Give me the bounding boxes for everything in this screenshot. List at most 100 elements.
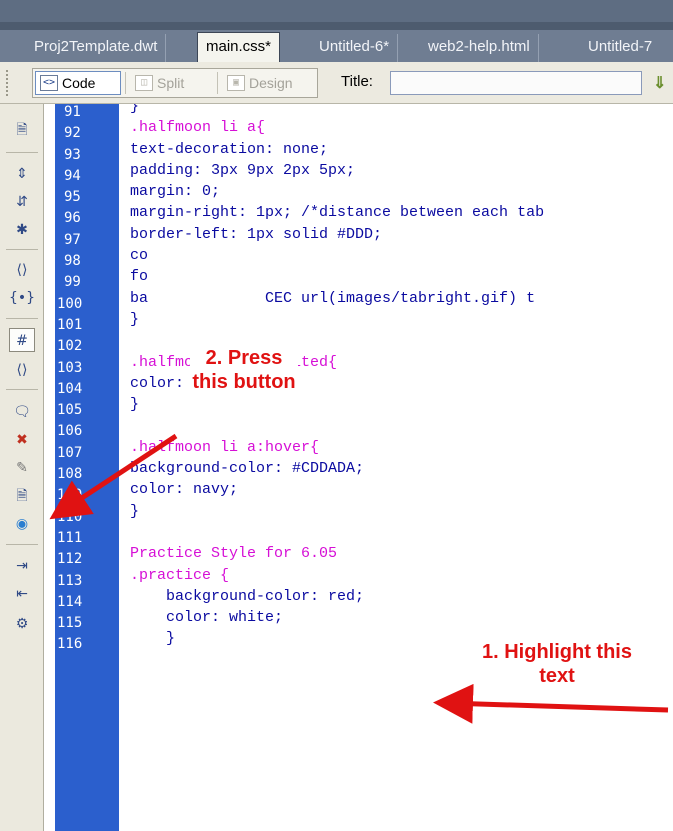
line-number[interactable]: 93 — [55, 145, 119, 166]
select-parent-tag-icon[interactable]: ⟨⟩ — [9, 258, 35, 282]
code-view-icon: <> — [40, 75, 58, 91]
code-line[interactable]: Practice Style for 6.05 — [119, 543, 673, 564]
outdent-code-icon[interactable]: ⇤ — [9, 582, 35, 606]
remove-comment-icon[interactable]: ✖ — [9, 428, 35, 452]
window-title-strip — [0, 0, 673, 30]
line-number[interactable]: 106 — [55, 421, 119, 442]
line-number[interactable]: 97 — [55, 230, 119, 251]
view-mode-group: <> Code ◫ Split ▣ Design — [32, 68, 318, 98]
file-management-icon[interactable]: ⇓ — [653, 73, 666, 93]
code-line[interactable]: background-color: #CDDADA; — [119, 458, 673, 479]
line-number[interactable]: 116 — [55, 634, 119, 655]
tab-untitled-7[interactable]: Untitled-7 — [580, 34, 660, 62]
toolbar-separator — [6, 318, 38, 319]
balance-braces-icon[interactable]: {•} — [9, 286, 35, 310]
code-line[interactable] — [119, 522, 673, 543]
move-css-icon[interactable]: ◉ — [9, 512, 35, 536]
line-number[interactable]: 104 — [55, 379, 119, 400]
toolbar-grip[interactable] — [6, 70, 10, 96]
line-number[interactable]: 100 — [55, 294, 119, 315]
code-line[interactable]: margin: 0; — [119, 181, 673, 202]
toolbar-separator — [125, 72, 126, 94]
step-1-line-1: 1. Highlight this — [482, 641, 632, 663]
line-number[interactable]: 110 — [55, 507, 119, 528]
line-number[interactable]: 112 — [55, 549, 119, 570]
line-number[interactable]: 91 — [55, 102, 119, 123]
code-line[interactable]: padding: 3px 9px 2px 5px; — [119, 160, 673, 181]
line-numbers-icon[interactable]: # — [9, 328, 35, 352]
tab-web2-help[interactable]: web2-help.html — [420, 34, 539, 62]
code-line[interactable]: margin-right: 1px; /*distance between ea… — [119, 202, 673, 223]
line-number[interactable]: 95 — [55, 187, 119, 208]
split-view-label: Split — [157, 75, 185, 91]
line-number[interactable]: 99 — [55, 272, 119, 293]
code-line[interactable]: } — [119, 501, 673, 522]
line-number[interactable]: 101 — [55, 315, 119, 336]
code-line[interactable]: fo — [119, 266, 673, 287]
line-number[interactable]: 102 — [55, 336, 119, 357]
split-view-button[interactable]: ◫ Split — [131, 71, 213, 95]
line-number[interactable]: 111 — [55, 528, 119, 549]
code-line[interactable]: } — [119, 394, 673, 415]
step-2-line-1: 2. Press — [205, 347, 283, 369]
code-editor[interactable]: } .halfmoon li a{text-decoration: none; pa… — [119, 104, 673, 831]
toolbar-separator — [6, 249, 38, 250]
line-number[interactable]: 96 — [55, 208, 119, 229]
tab-untitled-6[interactable]: Untitled-6* — [311, 34, 399, 62]
line-number[interactable]: 98 — [55, 251, 119, 272]
split-view-icon: ◫ — [135, 75, 153, 91]
toolbar-separator — [217, 72, 218, 94]
line-number[interactable]: 92 — [55, 123, 119, 144]
step-2-line-2: this button — [192, 371, 296, 393]
open-documents-icon[interactable]: 🗎 — [9, 118, 35, 142]
apply-comment-icon[interactable]: 🗨 — [9, 400, 35, 424]
code-view-button[interactable]: <> Code — [35, 71, 121, 95]
title-field[interactable] — [390, 71, 642, 95]
line-number[interactable]: 107 — [55, 443, 119, 464]
toolbar-separator — [6, 389, 38, 390]
recent-snippets-icon[interactable]: 🗎 — [9, 484, 35, 508]
line-number[interactable]: 105 — [55, 400, 119, 421]
code-line[interactable] — [119, 415, 673, 436]
step-1-annotation: 1. Highlight this text — [460, 640, 654, 688]
design-view-button[interactable]: ▣ Design — [223, 71, 315, 95]
tab-main-css[interactable]: main.css* — [197, 32, 281, 62]
code-line[interactable]: .practice { — [119, 565, 673, 586]
line-number[interactable]: 108 — [55, 464, 119, 485]
tab-proj2template[interactable]: Proj2Template.dwt — [26, 34, 167, 62]
line-number[interactable]: 114 — [55, 592, 119, 613]
code-line[interactable]: background-color: red; — [119, 586, 673, 607]
toolbar-separator — [6, 152, 38, 153]
code-line[interactable]: co — [119, 245, 673, 266]
line-number[interactable]: 103 — [55, 358, 119, 379]
indent-code-icon[interactable]: ⇥ — [9, 554, 35, 578]
code-line[interactable]: } — [119, 104, 673, 117]
code-line[interactable]: color: white; — [119, 607, 673, 628]
design-view-icon: ▣ — [227, 75, 245, 91]
code-line[interactable]: .halfmoon li a:hover{ — [119, 437, 673, 458]
code-line[interactable]: text-decoration: none; — [119, 139, 673, 160]
wrap-tag-icon[interactable]: ✎ — [9, 456, 35, 480]
line-number-gutter: 91 92 93 94 95 96 97 98 99 100 101 102 103 104 105 106 1… — [55, 104, 119, 831]
coding-toolbar: 🗎 ⇕ ⇵ ✱ ⟨⟩ {•} # ⟨⟩ 🗨 ✖ ✎ 🗎 ◉ ⇥ ⇤ ⚙ — [0, 104, 44, 831]
highlight-invalid-code-icon[interactable]: ⟨⟩ — [9, 358, 35, 382]
collapse-full-tag-icon[interactable]: ⇕ — [9, 162, 35, 186]
document-toolbar: <> Code ◫ Split ▣ Design Title: ⇓ — [0, 62, 673, 104]
expand-all-icon[interactable]: ✱ — [9, 218, 35, 242]
code-line[interactable]: ba CEC url(images/tabright.gif) t — [119, 288, 673, 309]
line-number-list: 91 92 93 94 95 96 97 98 99 100 101 102 103 104 105 106 1… — [55, 102, 119, 656]
line-number[interactable]: 115 — [55, 613, 119, 634]
document-tab-bar: Proj2Template.dwt main.css* Untitled-6* … — [0, 30, 673, 62]
line-number[interactable]: 113 — [55, 571, 119, 592]
toolbar-separator — [6, 544, 38, 545]
code-line[interactable]: border-left: 1px solid #DDD; — [119, 224, 673, 245]
line-number[interactable]: 109 — [55, 485, 119, 506]
collapse-selection-icon[interactable]: ⇵ — [9, 190, 35, 214]
step-1-line-2: text — [539, 665, 575, 687]
code-view-label: Code — [62, 75, 96, 91]
format-source-code-icon[interactable]: ⚙ — [9, 612, 35, 636]
code-line[interactable]: } — [119, 309, 673, 330]
code-line[interactable]: color: navy; — [119, 479, 673, 500]
code-line[interactable]: .halfmoon li a{ — [119, 117, 673, 138]
line-number[interactable]: 94 — [55, 166, 119, 187]
